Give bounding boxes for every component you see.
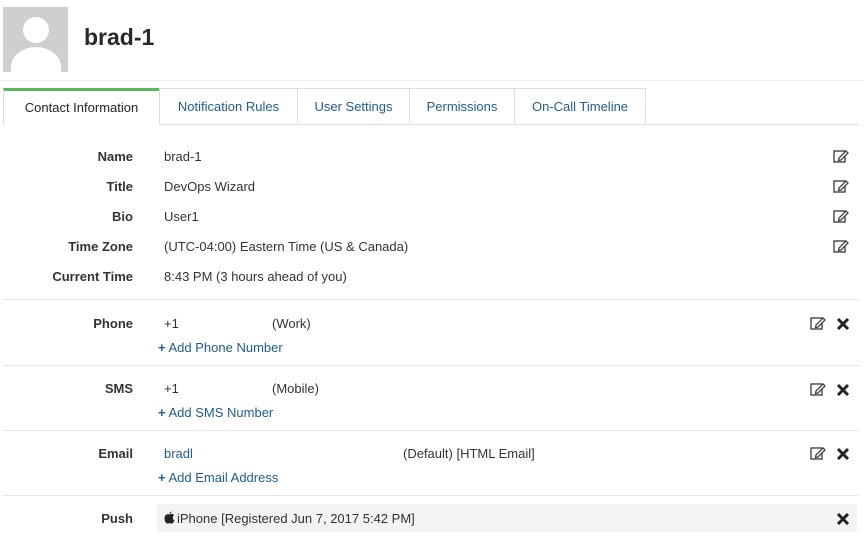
delete-push-icon[interactable] (836, 512, 850, 526)
avatar (3, 7, 68, 72)
add-email-address-link[interactable]: + Add Email Address (158, 470, 278, 485)
tab-user-settings[interactable]: User Settings (297, 88, 410, 123)
page-title: brad-1 (84, 24, 155, 50)
delete-email-icon[interactable] (836, 447, 850, 461)
divider (3, 299, 859, 300)
tab-notification-rules[interactable]: Notification Rules (159, 88, 298, 123)
edit-name-icon[interactable] (833, 149, 849, 163)
push-label: Push (101, 511, 133, 526)
email-address[interactable]: bradl (164, 446, 193, 461)
apple-icon (164, 511, 175, 524)
delete-phone-icon[interactable] (836, 317, 850, 331)
tab-on-call-timeline[interactable]: On-Call Timeline (514, 88, 646, 123)
add-phone-number-link[interactable]: + Add Phone Number (158, 340, 283, 355)
email-tags: (Default) [HTML Email] (403, 446, 535, 461)
name-label: Name (97, 149, 133, 164)
current-time-value: 8:43 PM (3 hours ahead of you) (164, 269, 347, 284)
sms-label: SMS (104, 381, 133, 396)
delete-sms-icon[interactable] (836, 383, 850, 397)
plus-icon: + (158, 340, 166, 355)
push-device: iPhone [Registered Jun 7, 2017 5:42 PM] (177, 511, 415, 526)
email-label: Email (98, 446, 133, 461)
sms-number: +1 (164, 381, 179, 396)
current-time-label: Current Time (52, 269, 133, 284)
name-value: brad-1 (164, 149, 202, 164)
timezone-label: Time Zone (68, 239, 133, 254)
edit-bio-icon[interactable] (833, 209, 849, 223)
divider (3, 430, 859, 431)
edit-title-icon[interactable] (833, 179, 849, 193)
phone-label: Phone (93, 316, 133, 331)
tab-contact-information[interactable]: Contact Information (3, 88, 160, 125)
divider (3, 495, 859, 496)
bio-label: Bio (112, 209, 133, 224)
plus-icon: + (158, 405, 166, 420)
edit-phone-icon[interactable] (810, 316, 826, 330)
plus-icon: + (158, 470, 166, 485)
phone-type: (Work) (272, 316, 311, 331)
timezone-value: (UTC-04:00) Eastern Time (US & Canada) (164, 239, 409, 254)
add-sms-number-link[interactable]: + Add SMS Number (158, 405, 273, 420)
edit-sms-icon[interactable] (810, 382, 826, 396)
tab-bar: Contact Information Notification Rules U… (3, 88, 859, 125)
sms-type: (Mobile) (272, 381, 319, 396)
profile-header: brad-1 (0, 0, 864, 81)
edit-email-icon[interactable] (810, 446, 826, 460)
title-value: DevOps Wizard (164, 179, 256, 194)
phone-number: +1 (164, 316, 179, 331)
bio-value: User1 (164, 209, 199, 224)
edit-timezone-icon[interactable] (833, 239, 849, 253)
tab-permissions[interactable]: Permissions (409, 88, 515, 123)
title-label: Title (106, 179, 134, 194)
divider (3, 365, 859, 366)
